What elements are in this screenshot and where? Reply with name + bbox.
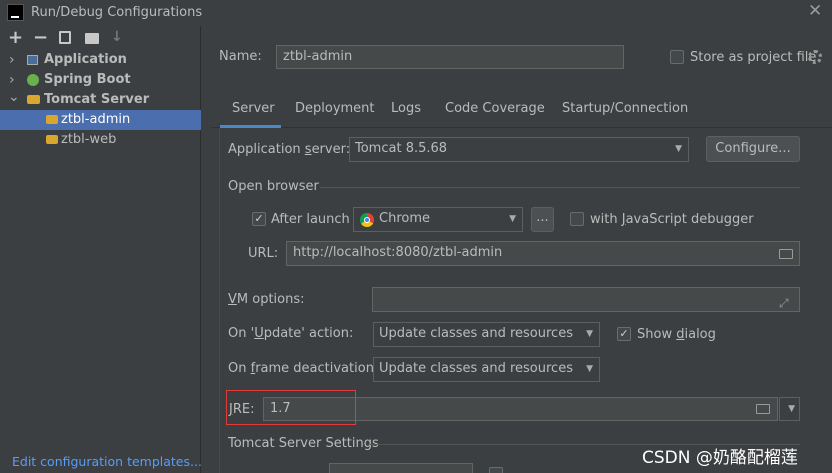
tree-item-label: Application <box>44 52 127 67</box>
expand-icon[interactable]: ⤢ <box>779 292 789 311</box>
settings-checkbox[interactable] <box>489 467 503 473</box>
on-update-label: On 'Update' action: <box>228 326 354 341</box>
tree-item-ztbl-admin[interactable]: ztbl-admin <box>0 110 201 130</box>
tab-logs[interactable]: Logs <box>391 101 421 116</box>
http-port-input[interactable] <box>329 463 473 473</box>
vm-options-label: VM options: <box>228 292 305 307</box>
chrome-icon-center <box>364 217 370 223</box>
folder-icon[interactable] <box>85 33 99 44</box>
url-label: URL: <box>248 246 279 261</box>
chevron-down-icon: ▼ <box>586 364 593 374</box>
tree-item-label: Tomcat Server <box>44 92 150 107</box>
js-debugger-checkbox[interactable] <box>570 212 584 226</box>
tab-code-coverage[interactable]: Code Coverage <box>445 101 545 116</box>
store-as-project-file-checkbox[interactable] <box>670 50 684 64</box>
tomcat-icon <box>46 115 58 124</box>
on-update-value: Update classes and resources <box>379 326 573 341</box>
open-browser-label: Open browser <box>228 179 319 194</box>
configure-button[interactable]: Configure... <box>706 136 800 162</box>
spring-boot-icon <box>27 74 39 86</box>
gear-icon[interactable] <box>808 50 822 64</box>
vm-options-input[interactable]: ⤢ <box>372 287 800 312</box>
close-icon[interactable]: ✕ <box>808 1 822 21</box>
on-frame-deactivation-label: On frame deactivation: <box>228 361 379 376</box>
chevron-down-icon: ▼ <box>586 329 593 339</box>
group-divider <box>320 187 800 188</box>
tree-item-spring-boot[interactable]: › Spring Boot <box>0 70 201 90</box>
after-launch-label: After launch <box>271 212 350 227</box>
tomcat-settings-label: Tomcat Server Settings <box>228 436 379 451</box>
application-icon <box>27 55 38 65</box>
chevron-down-icon: ▼ <box>788 404 795 414</box>
folder-icon[interactable] <box>779 249 793 259</box>
edit-templates-link[interactable]: Edit configuration templates... <box>12 454 202 469</box>
intellij-app-icon <box>7 4 24 21</box>
chevron-down-icon: ▼ <box>675 144 682 154</box>
remove-icon[interactable]: − <box>33 27 48 48</box>
application-server-value: Tomcat 8.5.68 <box>355 141 448 156</box>
tree-item-label: ztbl-admin <box>61 112 131 127</box>
tree-item-application[interactable]: › Application <box>0 50 201 70</box>
watermark: CSDN @奶酪配榴莲 <box>642 448 798 468</box>
tree-item-ztbl-web[interactable]: ztbl-web <box>0 130 201 150</box>
window-title: Run/Debug Configurations <box>31 5 203 20</box>
jre-dropdown-button[interactable]: ▼ <box>779 397 800 421</box>
tab-startup-connection[interactable]: Startup/Connection <box>562 101 688 116</box>
copy-icon[interactable] <box>59 31 71 44</box>
tree-item-label: Spring Boot <box>44 72 131 87</box>
tomcat-icon <box>27 95 40 104</box>
tree-item-tomcat-server[interactable]: ⌄ Tomcat Server <box>0 87 201 110</box>
tomcat-icon <box>46 135 58 144</box>
add-icon[interactable]: + <box>8 27 23 48</box>
show-dialog-label: Show dialog <box>637 327 716 342</box>
url-input[interactable]: http://localhost:8080/ztbl-admin <box>286 241 800 266</box>
jre-highlight-box <box>226 390 356 425</box>
chevron-right-icon[interactable]: › <box>9 50 15 70</box>
on-frame-deactivation-value: Update classes and resources <box>379 361 573 376</box>
on-update-select[interactable]: Update classes and resources ▼ <box>373 322 600 347</box>
js-debugger-label: with JavaScript debugger <box>590 212 754 227</box>
browser-select[interactable]: Chrome ▼ <box>353 207 523 232</box>
sort-icon[interactable]: ↓ <box>111 29 123 45</box>
url-value: http://localhost:8080/ztbl-admin <box>293 245 503 260</box>
chevron-down-icon: ▼ <box>509 214 516 224</box>
application-server-label: Application server: <box>228 142 351 157</box>
tab-server[interactable]: Server <box>232 101 275 116</box>
chevron-down-icon[interactable]: ⌄ <box>8 87 20 107</box>
after-launch-checkbox[interactable]: ✓ <box>252 212 266 226</box>
tab-deployment[interactable]: Deployment <box>295 101 375 116</box>
application-server-select[interactable]: Tomcat 8.5.68 ▼ <box>349 137 689 162</box>
tree-item-label: ztbl-web <box>61 132 117 147</box>
on-frame-deactivation-select[interactable]: Update classes and resources ▼ <box>373 357 600 382</box>
name-input[interactable]: ztbl-admin <box>276 45 624 69</box>
name-label: Name: <box>219 49 262 64</box>
browser-more-button[interactable]: ... <box>531 207 554 232</box>
show-dialog-checkbox[interactable]: ✓ <box>617 327 631 341</box>
store-as-project-file-label: Store as project file <box>690 50 817 65</box>
folder-icon[interactable] <box>756 404 770 414</box>
